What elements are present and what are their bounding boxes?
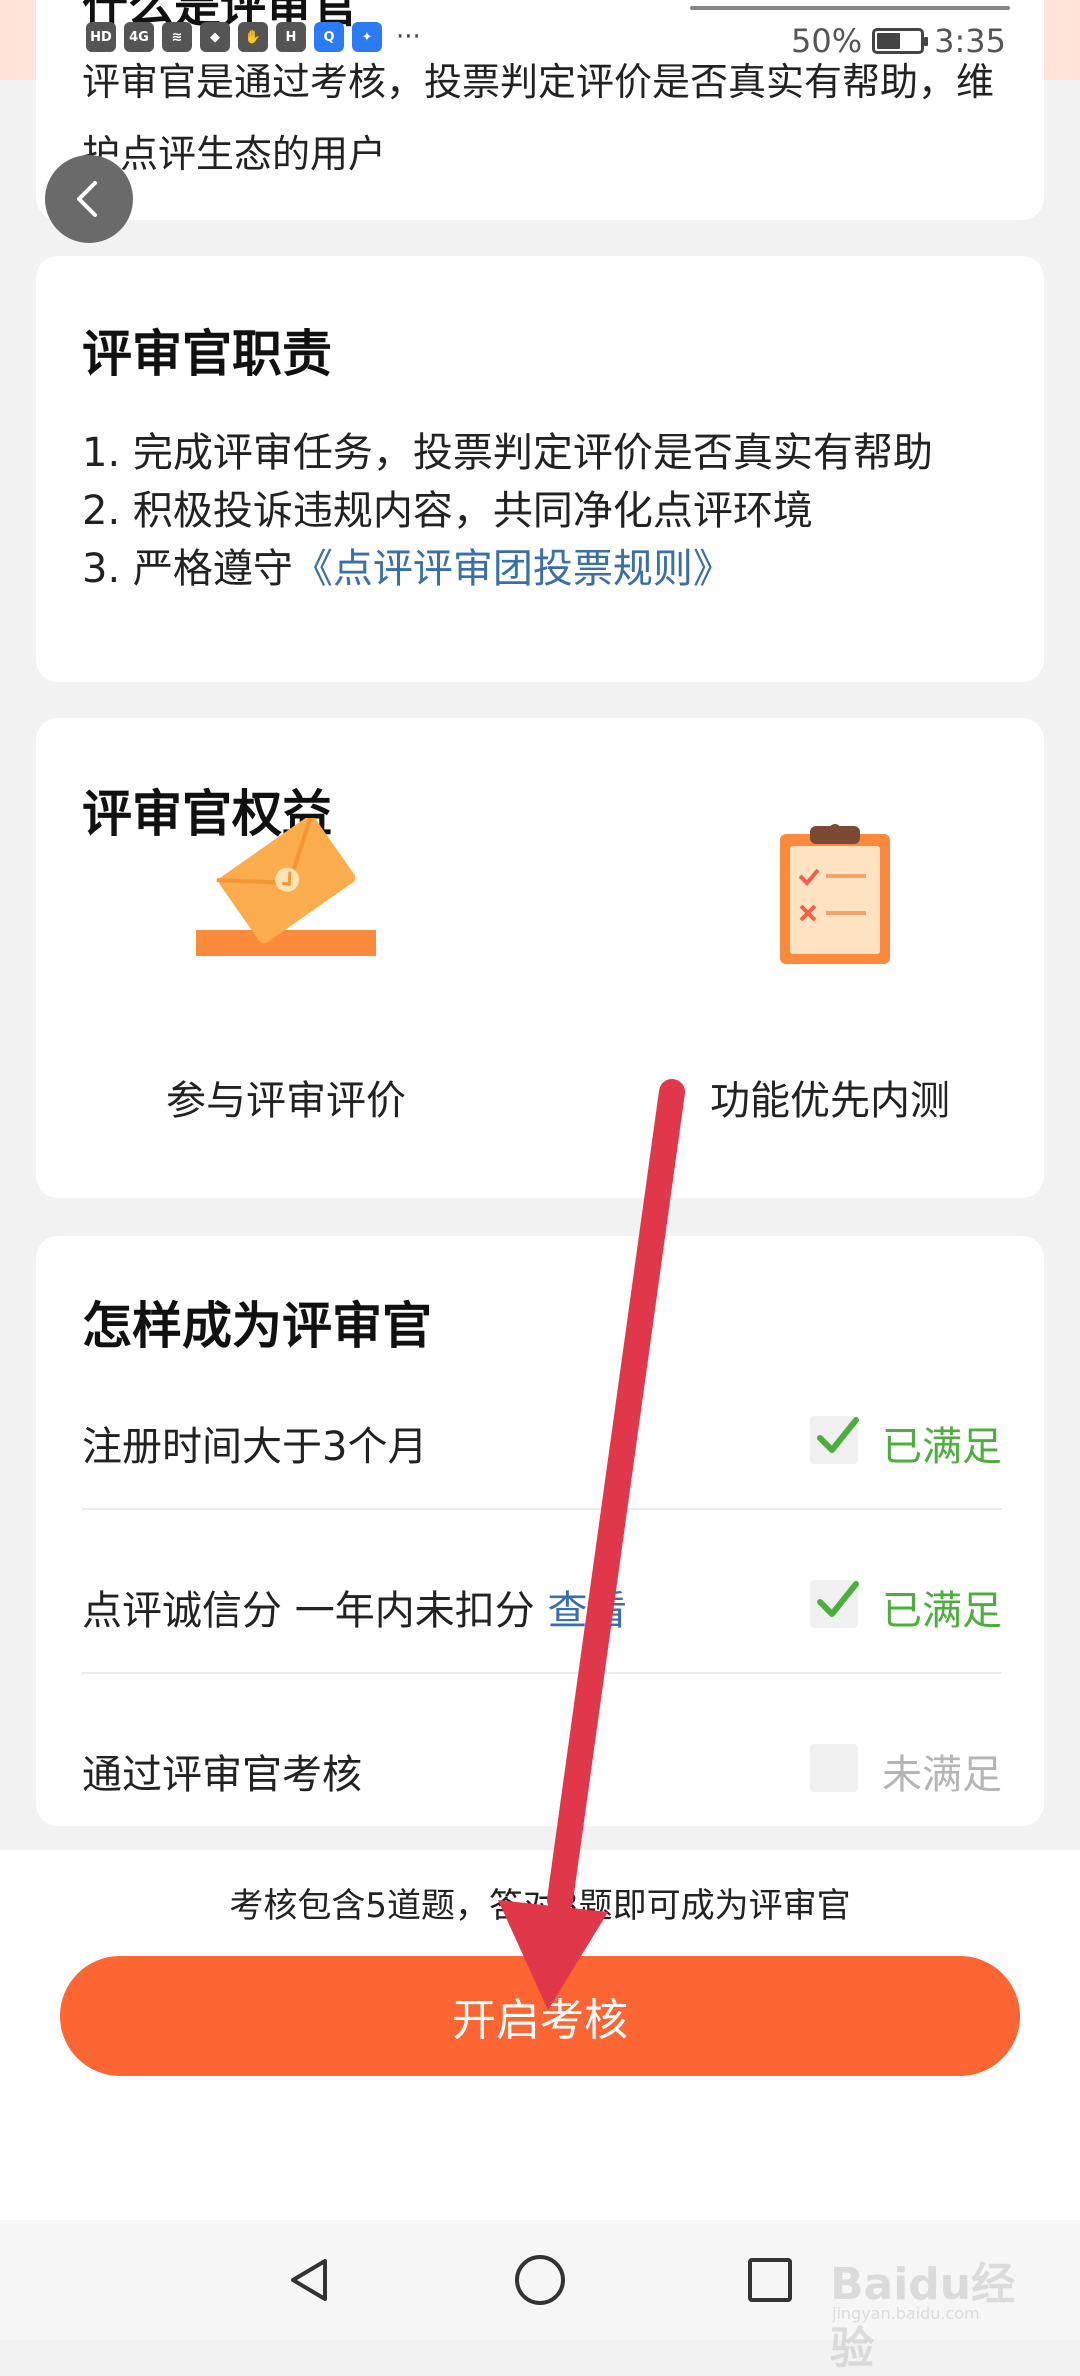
nav-home-button[interactable] bbox=[510, 2250, 570, 2310]
status-icons: HD 4G ≋ ◆ ✋ H Q ✦ ··· bbox=[86, 22, 421, 52]
requirements-card: 怎样成为评审官 注册时间大于3个月 已满足 点评诚信分 一年内未扣分 查看 已满… bbox=[36, 1236, 1044, 1826]
chevron-left-icon bbox=[77, 181, 97, 217]
requirement-label: 通过评审官考核 bbox=[82, 1752, 362, 1798]
divider bbox=[82, 1672, 1002, 1674]
square-recents-icon bbox=[748, 2258, 792, 2302]
requirement-row: 通过评审官考核 未满足 bbox=[82, 1714, 1002, 1824]
divider bbox=[82, 1508, 1002, 1510]
requirement-status: 已满足 bbox=[882, 1424, 1002, 1470]
hand-icon: ✋ bbox=[238, 22, 268, 52]
clock: 3:35 bbox=[934, 22, 1006, 60]
nav-back-button[interactable] bbox=[280, 2250, 340, 2310]
envelope-vote-icon bbox=[196, 818, 376, 956]
checkmark-icon bbox=[817, 1417, 859, 1453]
wifi-icon: ≋ bbox=[162, 22, 192, 52]
duty-item-prefix: 3. 严格遵守 bbox=[82, 546, 293, 592]
circle-home-icon bbox=[515, 2255, 565, 2305]
shield-icon: ◆ bbox=[200, 22, 230, 52]
duties-title: 评审官职责 bbox=[82, 325, 332, 383]
benefit-review: 参与评审评价 bbox=[136, 818, 436, 1138]
benefit-label: 功能优先内测 bbox=[710, 1078, 950, 1124]
battery-icon bbox=[872, 28, 929, 54]
requirement-row: 点评诚信分 一年内未扣分 查看 已满足 bbox=[82, 1550, 1002, 1660]
back-button[interactable] bbox=[45, 155, 133, 243]
duty-item: 1. 完成评审任务，投票判定评价是否真实有帮助 bbox=[82, 430, 933, 476]
requirement-label: 注册时间大于3个月 bbox=[82, 1424, 428, 1470]
duty-item: 2. 积极投诉违规内容，共同净化点评环境 bbox=[82, 488, 813, 534]
requirement-status: 未满足 bbox=[882, 1752, 1002, 1798]
more-icon: ··· bbox=[396, 22, 421, 52]
huawei-icon: H bbox=[276, 22, 306, 52]
baidu-watermark: Baidu经验 jingyan.baidu.com bbox=[826, 2224, 1026, 2374]
triangle-back-icon bbox=[291, 2259, 327, 2301]
duties-card: 评审官职责 1. 完成评审任务，投票判定评价是否真实有帮助 2. 积极投诉违规内… bbox=[36, 256, 1044, 682]
duty-item: 3. 严格遵守《点评评审团投票规则》 bbox=[82, 536, 733, 594]
bulb-icon: ✦ bbox=[352, 22, 382, 52]
requirement-check-empty bbox=[810, 1744, 858, 1792]
bottom-panel: 考核包含5道题，答对3题即可成为评审官 开启考核 bbox=[0, 1850, 1080, 2220]
requirement-check bbox=[810, 1580, 859, 1628]
exam-hint: 考核包含5道题，答对3题即可成为评审官 bbox=[229, 1886, 851, 1926]
battery-percent: 50% bbox=[791, 22, 863, 60]
benefits-card: 评审官权益 参与评审评价 功能优先内测 bbox=[36, 718, 1044, 1198]
hd-icon: HD bbox=[86, 22, 116, 52]
network-4g-icon: 4G bbox=[124, 22, 154, 52]
search-app-icon: Q bbox=[314, 22, 344, 52]
status-right: 50% 3:35 bbox=[791, 22, 1006, 60]
checkmark-icon bbox=[817, 1581, 859, 1617]
nav-recents-button[interactable] bbox=[740, 2250, 800, 2310]
requirement-row: 注册时间大于3个月 已满足 bbox=[82, 1386, 1002, 1496]
view-credit-link[interactable]: 查看 bbox=[547, 1588, 627, 1634]
voting-rules-link[interactable]: 《点评评审团投票规则》 bbox=[293, 546, 733, 592]
requirements-title: 怎样成为评审官 bbox=[82, 1297, 432, 1355]
benefit-beta: 功能优先内测 bbox=[680, 818, 980, 1138]
requirement-label: 点评诚信分 一年内未扣分 查看 bbox=[82, 1578, 627, 1636]
requirement-status: 已满足 bbox=[882, 1588, 1002, 1634]
benefit-label: 参与评审评价 bbox=[166, 1078, 406, 1124]
start-exam-button[interactable]: 开启考核 bbox=[60, 1956, 1020, 2076]
clipboard-checklist-icon bbox=[780, 824, 890, 964]
requirement-label-text: 点评诚信分 一年内未扣分 bbox=[82, 1588, 535, 1634]
watermark-url: jingyan.baidu.com bbox=[832, 2304, 980, 2323]
status-bar: HD 4G ≋ ◆ ✋ H Q ✦ ··· 50% 3:35 bbox=[0, 0, 1080, 84]
drag-handle bbox=[690, 6, 1010, 10]
requirement-check bbox=[810, 1416, 859, 1464]
